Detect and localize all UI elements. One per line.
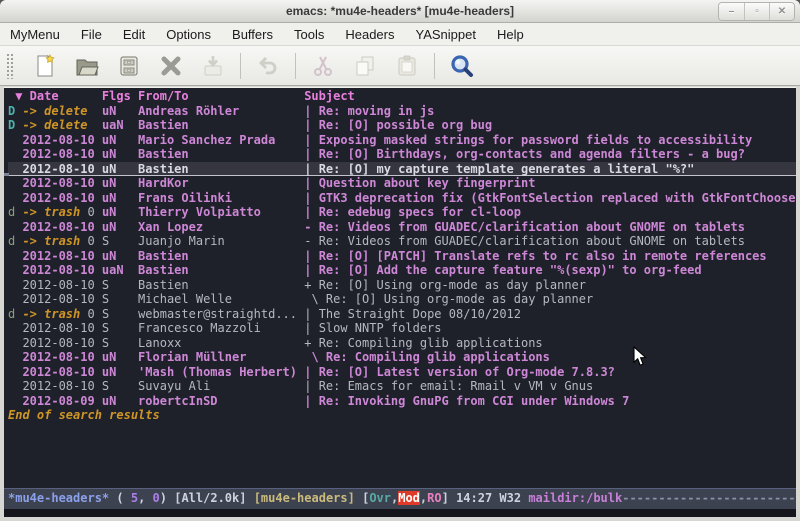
modeline-segment: 14:27 W32 (456, 491, 528, 505)
message-row[interactable]: 2012-08-10 uN Bastien | Re: [O] [PATCH] … (8, 249, 796, 264)
undo-icon (256, 54, 280, 78)
modeline-segment: , (138, 491, 152, 505)
search-button[interactable] (447, 51, 477, 81)
modeline-segment: Ovr (369, 491, 391, 505)
undo-button (253, 51, 283, 81)
message-row[interactable]: 2012-08-10 uN Florian Müllner \ Re: Comp… (8, 350, 796, 365)
close-buffer-button[interactable] (156, 51, 186, 81)
window-controls: – ▫ ✕ (718, 2, 795, 21)
new-file-icon (33, 54, 57, 78)
menu-item-file[interactable]: File (81, 27, 102, 42)
message-row[interactable]: d -> trash 0 S webmaster@straightd... | … (8, 307, 796, 322)
modeline-segment: RO (427, 491, 441, 505)
menu-item-buffers[interactable]: Buffers (232, 27, 273, 42)
toolbar-drag-handle[interactable] (6, 53, 14, 79)
menu-item-options[interactable]: Options (166, 27, 211, 42)
modeline-segment: [mu4e-headers] (254, 491, 355, 505)
message-row[interactable]: 2012-08-10 uN Bastien | Re: [O] Birthday… (8, 147, 796, 162)
modeline-segment: ) (160, 491, 174, 505)
minimize-button[interactable]: – (719, 3, 744, 20)
toolbar-separator (295, 53, 296, 79)
save-as-icon (201, 54, 225, 78)
menu-bar: MyMenu File Edit Options Buffers Tools H… (0, 23, 800, 46)
modeline-segment: ----------------------------------------… (622, 491, 796, 505)
mouse-cursor (633, 346, 647, 372)
search-icon (449, 53, 475, 79)
modeline-segment: 0 (153, 491, 160, 505)
menu-item-headers[interactable]: Headers (345, 27, 394, 42)
mode-line: *mu4e-headers* ( 5, 0) [All/2.0k] [mu4e-… (4, 488, 796, 509)
message-row[interactable]: 2012-08-10 uN Mario Sanchez Prada | Expo… (8, 133, 796, 148)
modeline-segment: ( (109, 491, 131, 505)
toolbar-separator (240, 53, 241, 79)
minimize-icon: – (729, 6, 735, 17)
new-file-button[interactable] (30, 51, 60, 81)
close-button[interactable]: ✕ (769, 3, 794, 20)
menu-item-tools[interactable]: Tools (294, 27, 324, 42)
toolbar-separator (434, 53, 435, 79)
open-folder-icon (75, 54, 99, 78)
menu-item-help[interactable]: Help (497, 27, 524, 42)
message-row[interactable]: 2012-08-10 uN 'Mash (Thomas Herbert) | R… (8, 365, 796, 380)
message-row[interactable]: d -> trash 0 uN Thierry Volpiatto | Re: … (8, 205, 796, 220)
message-row[interactable]: 2012-08-10 S Suvayu Ali | Re: Emacs for … (8, 379, 796, 394)
cut-button (308, 51, 338, 81)
message-row[interactable]: 2012-08-10 uN Frans Oilinki | GTK3 depre… (8, 191, 796, 206)
tool-bar (0, 46, 800, 86)
copy-button (350, 51, 380, 81)
message-row[interactable]: 2012-08-10 S Lanoxx + Re: Compiling glib… (8, 336, 796, 351)
headers-buffer: ▼ Date Flgs From/To Subject D -> delete … (4, 87, 796, 517)
message-row[interactable]: 2012-08-10 uN HardKor | Question about k… (8, 176, 796, 191)
message-row[interactable]: 2012-08-10 uN Xan Lopez - Re: Videos fro… (8, 220, 796, 235)
message-row[interactable]: 2012-08-10 uaN Bastien | Re: [O] Add the… (8, 263, 796, 278)
modeline-buffer-name: *mu4e-headers* (8, 491, 109, 505)
close-icon: ✕ (778, 6, 786, 17)
buffer-text: ▼ Date Flgs From/To Subject D -> delete … (4, 89, 796, 480)
modeline-segment: 5 (131, 491, 138, 505)
title-bar: emacs: *mu4e-headers* [mu4e-headers] – ▫… (0, 0, 800, 23)
emacs-window: emacs: *mu4e-headers* [mu4e-headers] – ▫… (0, 0, 800, 521)
modeline-segment: [All/2.0k] (174, 491, 253, 505)
close-x-icon (159, 54, 183, 78)
open-folder-button[interactable] (72, 51, 102, 81)
echo-area[interactable] (4, 509, 796, 517)
menu-item-edit[interactable]: Edit (123, 27, 145, 42)
maximize-icon: ▫ (755, 6, 759, 17)
message-row[interactable]: 2012-08-10 uN Bastien | Re: [O] my captu… (8, 162, 796, 177)
message-row[interactable]: 2012-08-10 S Bastien + Re: [O] Using org… (8, 278, 796, 293)
fringe-indicator (4, 173, 9, 176)
modeline-segment: Mod (398, 491, 420, 505)
header-line[interactable]: ▼ Date Flgs From/To Subject (8, 89, 796, 104)
message-list: D -> delete uN Andreas Röhler | Re: movi… (8, 104, 796, 423)
menu-item-mymenu[interactable]: MyMenu (10, 27, 60, 42)
modeline-segment: ] (442, 491, 456, 505)
menu-item-yasnippet[interactable]: YASnippet (415, 27, 475, 42)
maximize-button[interactable]: ▫ (744, 3, 769, 20)
modeline-segment: maildir:/bulk (528, 491, 622, 505)
save-button[interactable] (114, 51, 144, 81)
modeline-segment: [ (355, 491, 369, 505)
window-title: emacs: *mu4e-headers* [mu4e-headers] (0, 0, 800, 23)
paste-button (392, 51, 422, 81)
message-row[interactable]: 2012-08-09 uN robertcInSD | Re: Invoking… (8, 394, 796, 409)
message-row[interactable]: 2012-08-10 S Michael Welle \ Re: [O] Usi… (8, 292, 796, 307)
end-of-results: End of search results (8, 408, 796, 423)
message-row[interactable]: d -> trash 0 S Juanjo Marin - Re: Videos… (8, 234, 796, 249)
message-row[interactable]: 2012-08-10 S Francesco Mazzoli | Slow NN… (8, 321, 796, 336)
message-row[interactable]: D -> delete uN Andreas Röhler | Re: movi… (8, 104, 796, 119)
save-as-button (198, 51, 228, 81)
save-icon (117, 54, 141, 78)
message-row[interactable]: D -> delete uaN Bastien | Re: [O] possib… (8, 118, 796, 133)
copy-icon (353, 54, 377, 78)
paste-clipboard-icon (395, 54, 419, 78)
cut-scissors-icon (311, 54, 335, 78)
